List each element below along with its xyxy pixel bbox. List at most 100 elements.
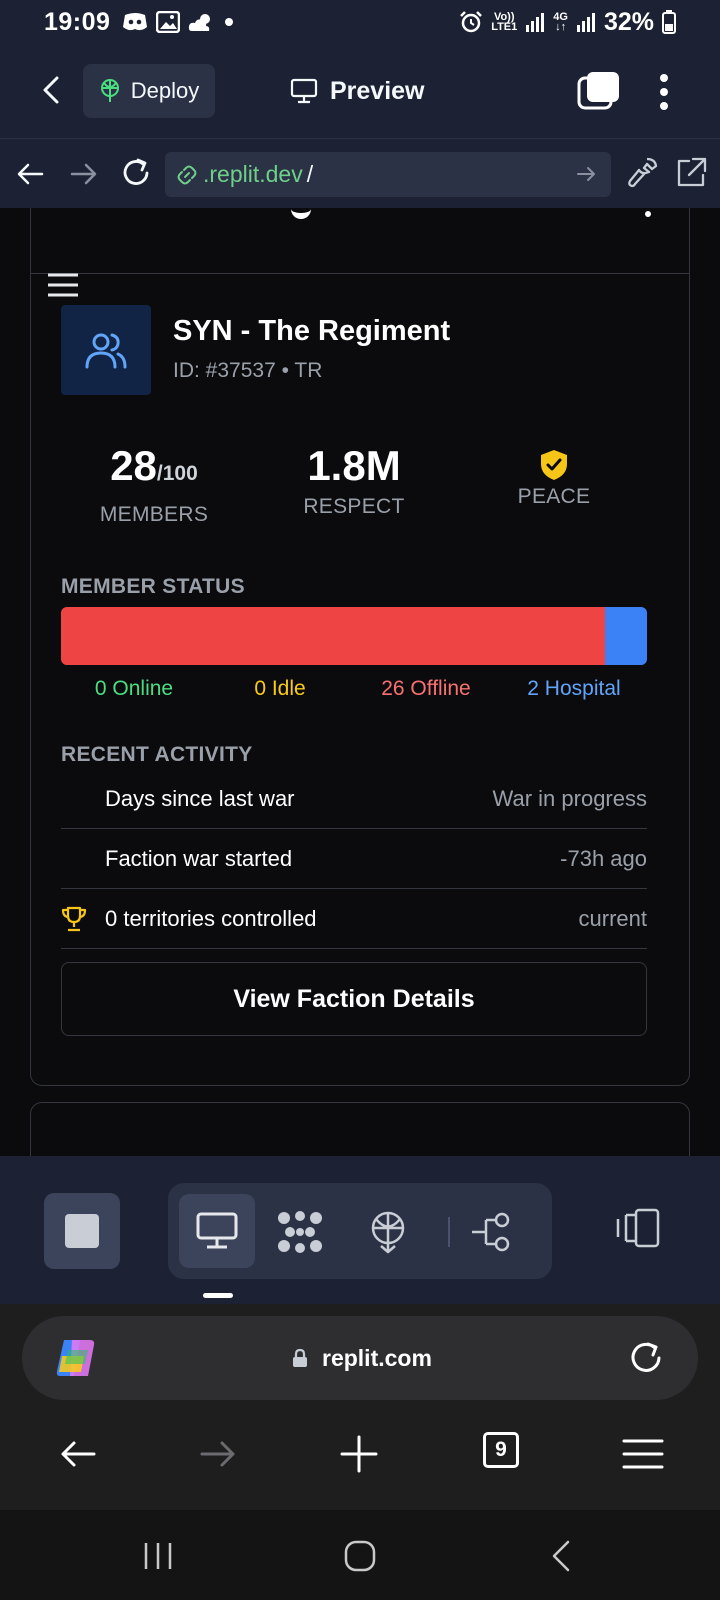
monitor-icon bbox=[290, 78, 318, 104]
open-external-icon[interactable] bbox=[673, 155, 709, 191]
war-state-label: PEACE bbox=[517, 485, 591, 508]
faction-card: SYN - The Regiment ID: #37537 • TR 28/10… bbox=[30, 208, 690, 1086]
lock-icon bbox=[293, 1348, 307, 1367]
webview-forward-button[interactable] bbox=[66, 157, 100, 191]
copilot-icon[interactable] bbox=[54, 1336, 98, 1380]
activity-value: -73h ago bbox=[560, 846, 647, 871]
trophy-icon bbox=[61, 906, 87, 932]
cut-off-header-text bbox=[645, 211, 651, 217]
recent-apps-button[interactable] bbox=[140, 1538, 176, 1574]
discord-icon bbox=[123, 13, 148, 31]
member-status-bar bbox=[61, 607, 647, 665]
members-label: MEMBERS bbox=[99, 503, 209, 526]
system-status-bar: 19:09 Vo)) LTE1 4G ↓↑ 32% bbox=[0, 0, 720, 44]
activity-label: Faction war started bbox=[105, 846, 293, 871]
activity-row: 0 territories controlled current bbox=[61, 889, 647, 949]
divider bbox=[448, 1217, 450, 1247]
activity-label: Days since last war bbox=[105, 786, 295, 811]
url-go-icon[interactable] bbox=[575, 163, 597, 185]
users-icon bbox=[85, 333, 127, 369]
faction-avatar bbox=[61, 305, 151, 395]
legend-online: 0 Online bbox=[94, 677, 174, 700]
shield-check-icon bbox=[541, 450, 567, 480]
legend-idle: 0 Idle bbox=[254, 677, 306, 700]
gallery-icon bbox=[156, 11, 181, 33]
alarm-icon bbox=[460, 11, 483, 33]
battery-icon bbox=[662, 10, 676, 34]
more-options-button[interactable] bbox=[648, 72, 680, 112]
notification-icons bbox=[122, 11, 234, 33]
webview-toolbar: .replit.dev / bbox=[0, 138, 720, 208]
respect-label: RESPECT bbox=[303, 495, 405, 518]
stop-icon bbox=[65, 1214, 99, 1248]
status-segment-hospital bbox=[605, 607, 647, 665]
activity-value: current bbox=[578, 906, 647, 931]
weather-icon bbox=[189, 14, 211, 31]
faction-id: ID: #37537 • TR bbox=[173, 359, 323, 382]
new-tab-button[interactable] bbox=[337, 1432, 381, 1476]
preview-tool-button[interactable] bbox=[179, 1194, 255, 1268]
hamburger-menu-icon[interactable] bbox=[47, 272, 79, 298]
menu-icon[interactable] bbox=[621, 1432, 665, 1476]
git-branch-icon[interactable] bbox=[468, 1210, 516, 1254]
members-value: 28 bbox=[110, 442, 157, 489]
view-faction-details-button[interactable]: View Faction Details bbox=[61, 962, 647, 1036]
respect-value: 1.8M bbox=[307, 442, 401, 489]
back-button[interactable] bbox=[34, 72, 70, 108]
replit-header: Deploy Preview bbox=[0, 44, 720, 138]
respect-stat: 1.8M RESPECT bbox=[259, 441, 449, 519]
webview-url-field[interactable]: .replit.dev / bbox=[165, 152, 611, 197]
webview-back-button[interactable] bbox=[14, 157, 48, 191]
signal-icon bbox=[576, 13, 595, 32]
browser-navigation-bar: 9 bbox=[0, 1400, 720, 1510]
device-layout-icon[interactable] bbox=[614, 1207, 662, 1251]
deploy-icon[interactable] bbox=[364, 1210, 412, 1254]
members-stat: 28/100 MEMBERS bbox=[59, 441, 249, 527]
browser-forward-button[interactable] bbox=[196, 1432, 240, 1476]
webview-reload-button[interactable] bbox=[118, 155, 154, 191]
apps-icon[interactable] bbox=[276, 1210, 324, 1254]
browser-back-button[interactable] bbox=[56, 1432, 100, 1476]
members-max: /100 bbox=[156, 462, 198, 485]
deploy-label: Deploy bbox=[130, 78, 200, 103]
tabs-button[interactable] bbox=[575, 70, 621, 112]
domain-text: replit.com bbox=[322, 1344, 432, 1371]
browser-address-bar: replit.com bbox=[0, 1304, 720, 1400]
page-content: SYN - The Regiment ID: #37537 • TR 28/10… bbox=[0, 208, 720, 1156]
reload-icon[interactable] bbox=[626, 1338, 666, 1378]
activity-row: Faction war started -73h ago bbox=[61, 829, 647, 889]
recent-activity-title: RECENT ACTIVITY bbox=[61, 743, 253, 766]
url-suffix: / bbox=[306, 161, 314, 187]
monitor-icon bbox=[196, 1212, 238, 1249]
preview-label: Preview bbox=[330, 76, 425, 105]
activity-label: 0 territories controlled bbox=[105, 906, 317, 931]
war-state-stat: PEACE bbox=[459, 449, 649, 509]
faction-name: SYN - The Regiment bbox=[173, 315, 451, 347]
browser-url-pill[interactable]: replit.com bbox=[22, 1316, 698, 1400]
wrench-icon[interactable] bbox=[625, 155, 661, 191]
deploy-icon bbox=[100, 79, 119, 102]
status-time: 19:09 bbox=[44, 7, 111, 36]
activity-value: War in progress bbox=[492, 786, 647, 811]
next-card bbox=[30, 1102, 690, 1156]
system-back-button[interactable] bbox=[544, 1538, 580, 1574]
system-navigation-bar bbox=[0, 1510, 720, 1600]
battery-percent: 32% bbox=[603, 7, 654, 36]
preview-tab[interactable]: Preview bbox=[290, 64, 425, 118]
dot-icon bbox=[225, 18, 234, 26]
activity-row: Days since last war War in progress bbox=[61, 769, 647, 829]
volte-indicator: Vo)) LTE1 bbox=[491, 11, 518, 33]
replit-bottom-toolbar bbox=[0, 1156, 720, 1304]
signal-icon bbox=[526, 13, 545, 32]
legend-offline: 26 Offline bbox=[381, 677, 471, 700]
url-text: .replit.dev bbox=[203, 161, 303, 187]
sheet-handle bbox=[203, 1293, 233, 1298]
deploy-button[interactable]: Deploy bbox=[83, 64, 215, 118]
home-button[interactable] bbox=[342, 1538, 378, 1574]
tab-count-button[interactable]: 9 bbox=[483, 1432, 519, 1468]
divider bbox=[31, 273, 689, 274]
cut-off-header-text bbox=[291, 208, 311, 219]
domain-display: replit.com bbox=[292, 1338, 432, 1378]
status-segment-offline bbox=[61, 607, 606, 665]
stop-button[interactable] bbox=[44, 1193, 120, 1269]
